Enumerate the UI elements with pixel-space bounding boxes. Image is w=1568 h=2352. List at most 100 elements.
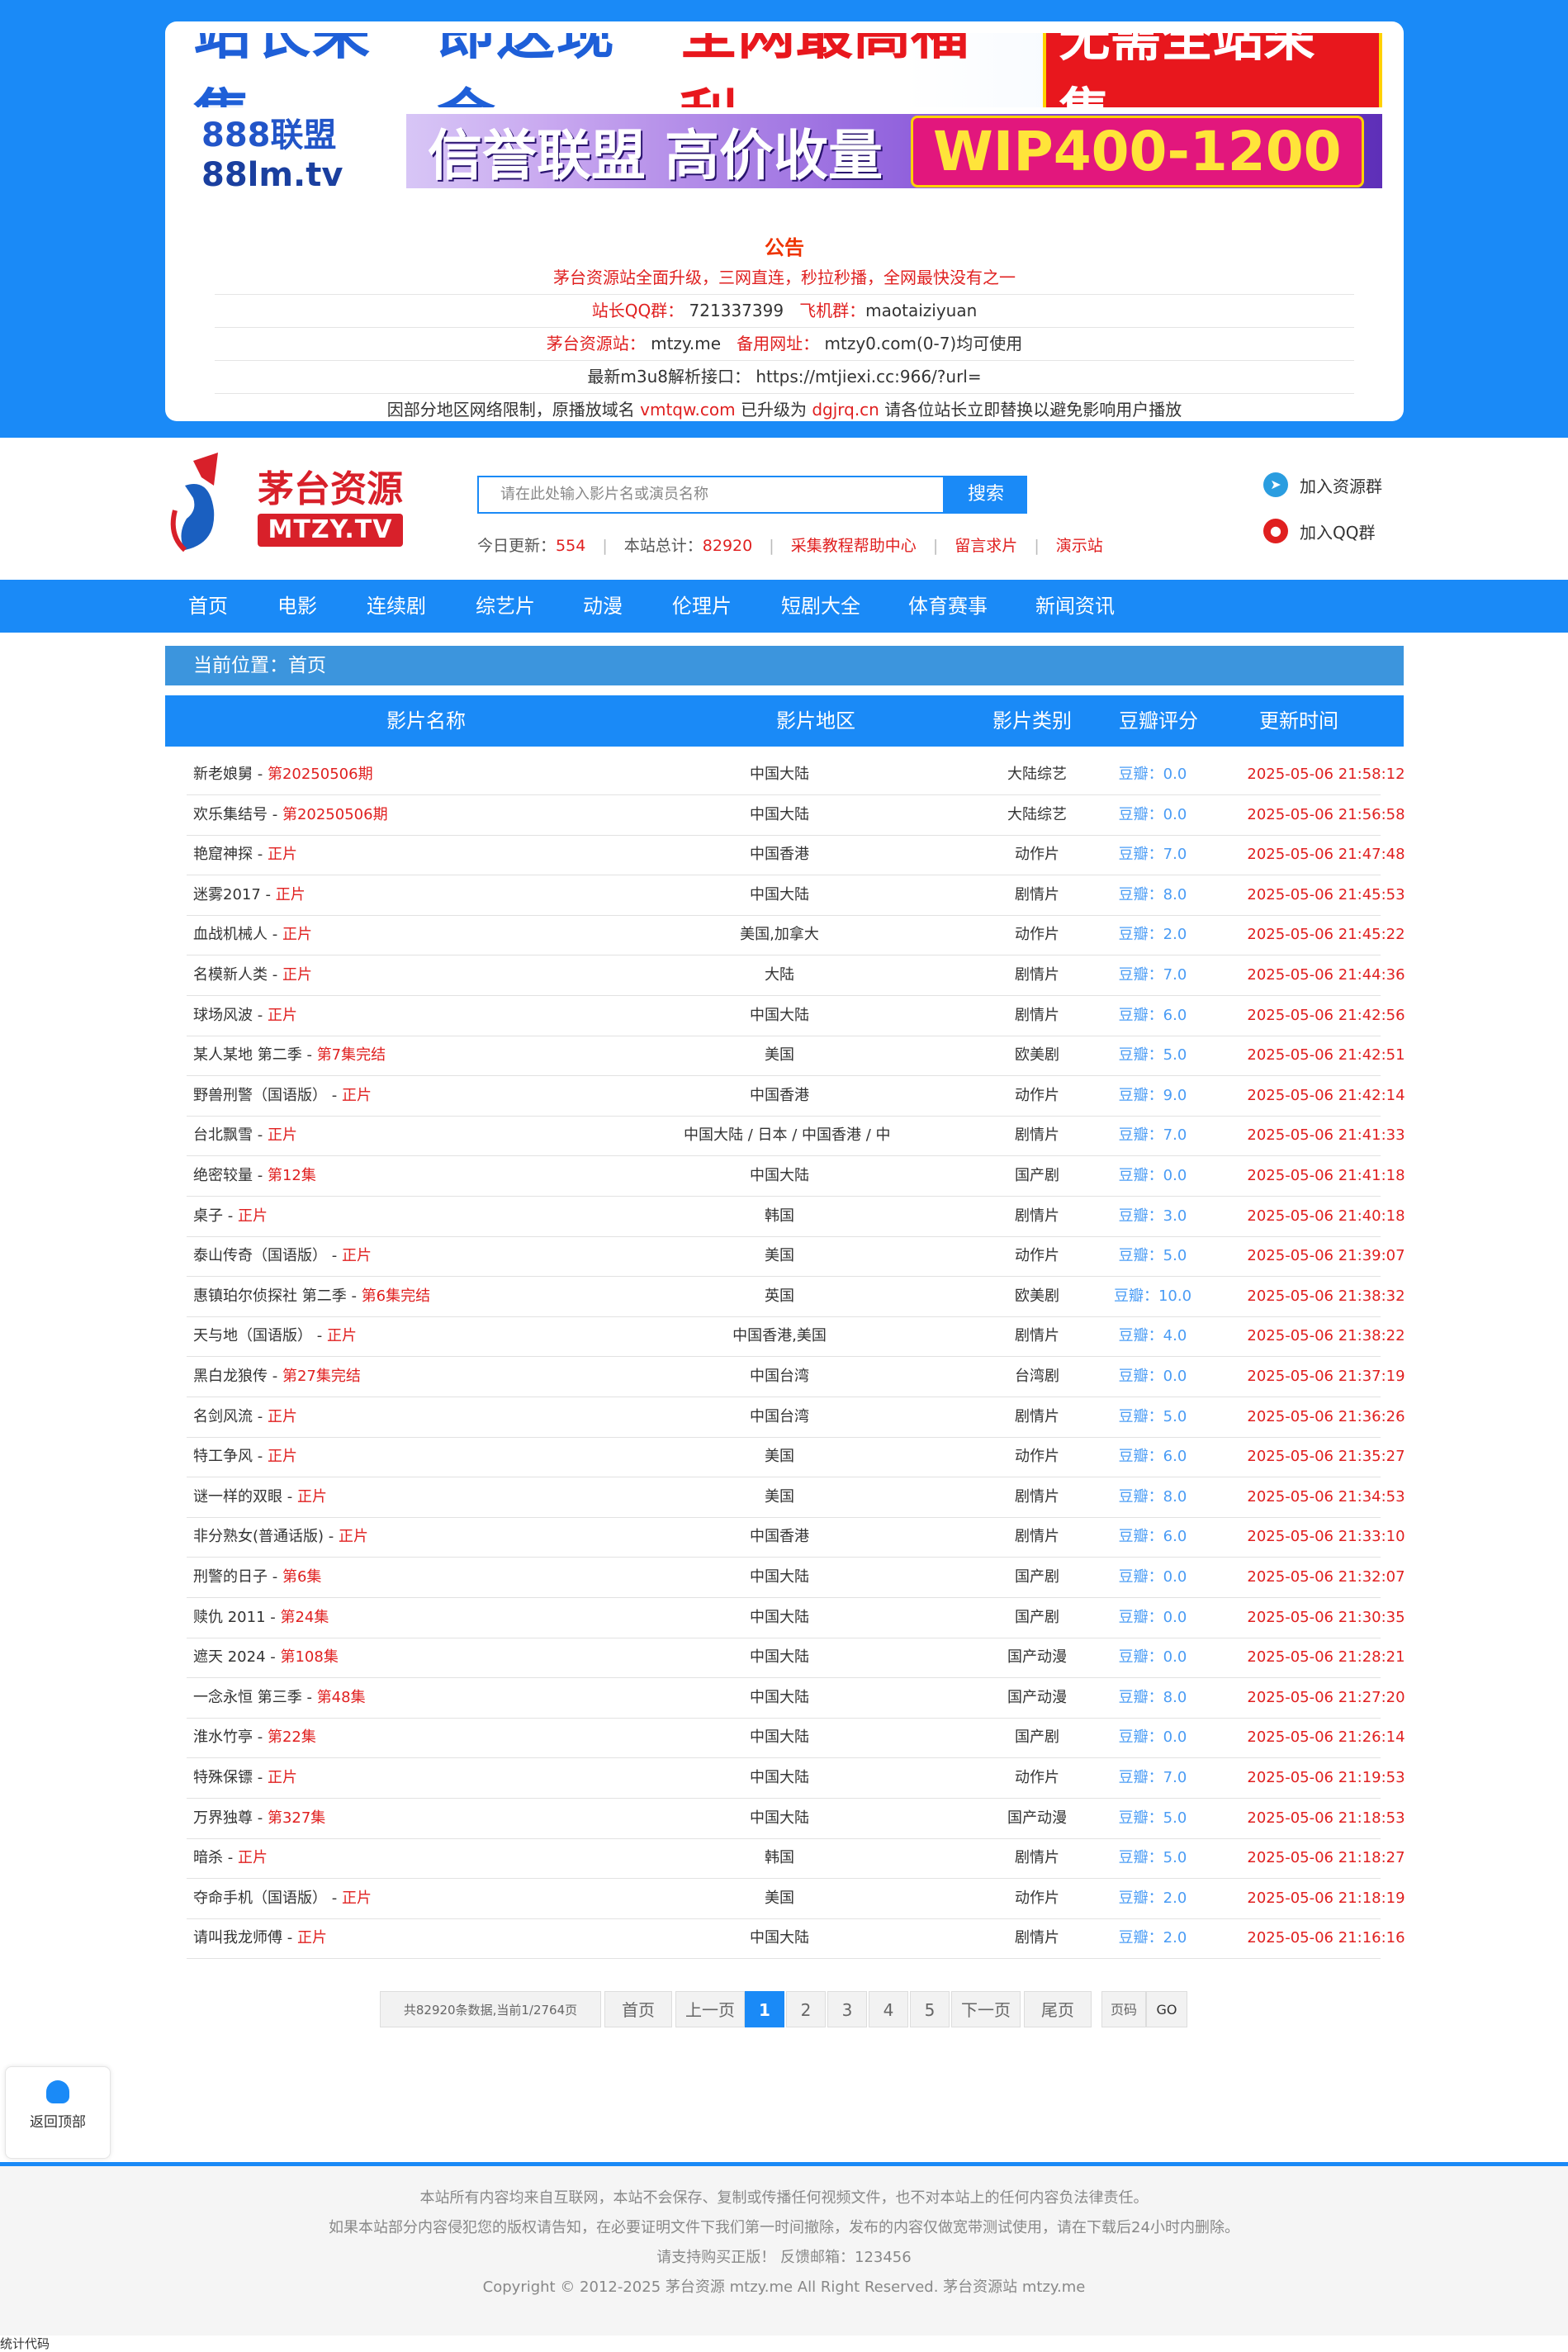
pager-page-2[interactable]: 2 bbox=[786, 1991, 826, 2027]
video-title-link[interactable]: 遮天 2024 - 第108集 bbox=[193, 1638, 339, 1677]
table-row[interactable]: 夺命手机（国语版） - 正片 美国 动作片 豆瓣：2.0 2025-05-06 21:1… bbox=[187, 1879, 1405, 1919]
video-title-link[interactable]: 黑白龙狼传 - 第27集完结 bbox=[193, 1357, 361, 1396]
video-title-link[interactable]: 特殊保镖 - 正片 bbox=[193, 1758, 297, 1798]
video-title-link[interactable]: 一念永恒 第三季 - 第48集 bbox=[193, 1678, 366, 1718]
logo-subtitle[interactable]: MTZY.TV bbox=[258, 514, 403, 547]
video-title-link[interactable]: 泰山传奇（国语版） - 正片 bbox=[193, 1236, 372, 1276]
search-input[interactable]: 请在此处输入影片名或演员名称 bbox=[477, 476, 945, 514]
video-title-link[interactable]: 请叫我龙师傅 - 正片 bbox=[193, 1918, 327, 1958]
video-title-link[interactable]: 名剑风流 - 正片 bbox=[193, 1397, 297, 1437]
table-row[interactable]: 赎仇 2011 - 第24集 中国大陆 国产剧 豆瓣：0.0 2025-05-06 21… bbox=[187, 1598, 1405, 1638]
pager-page-4[interactable]: 4 bbox=[869, 1991, 908, 2027]
video-title-link[interactable]: 非分熟女(普通话版) - 正片 bbox=[193, 1517, 368, 1557]
video-title-link[interactable]: 血战机械人 - 正片 bbox=[193, 915, 312, 955]
video-title-link[interactable]: 万界独尊 - 第327集 bbox=[193, 1799, 325, 1838]
table-row[interactable]: 新老娘舅 - 第20250506期 中国大陆 大陆综艺 豆瓣：0.0 2025-05-0… bbox=[187, 755, 1405, 795]
video-title-link[interactable]: 暗杀 - 正片 bbox=[193, 1838, 268, 1878]
table-row[interactable]: 天与地（国语版） - 正片 中国香港,美国 剧情片 豆瓣：4.0 2025-05-06 … bbox=[187, 1316, 1405, 1358]
table-row[interactable]: 名模新人类 - 正片 大陆 剧情片 豆瓣：7.0 2025-05-06 21:44:36 bbox=[187, 956, 1405, 996]
table-row[interactable]: 一念永恒 第三季 - 第48集 中国大陆 国产动漫 豆瓣：8.0 2025-05-06 … bbox=[187, 1678, 1405, 1719]
pager-next[interactable]: 下一页 bbox=[951, 1991, 1021, 2027]
table-row[interactable]: 请叫我龙师傅 - 正片 中国大陆 剧情片 豆瓣：2.0 2025-05-06 21:16… bbox=[187, 1918, 1405, 1960]
video-title-link[interactable]: 名模新人类 - 正片 bbox=[193, 956, 312, 995]
join-qq-link[interactable]: ● 加入QQ群 bbox=[1263, 519, 1375, 543]
nav-anime[interactable]: 动漫 bbox=[583, 580, 623, 633]
pager-prev[interactable]: 上一页 bbox=[675, 1991, 745, 2027]
table-row[interactable]: 桌子 - 正片 韩国 剧情片 豆瓣：3.0 2025-05-06 21:40:18 bbox=[187, 1197, 1405, 1237]
table-row[interactable]: 野兽刑警（国语版） - 正片 中国香港 动作片 豆瓣：9.0 2025-05-06 21… bbox=[187, 1076, 1405, 1117]
table-row[interactable]: 名剑风流 - 正片 中国台湾 剧情片 豆瓣：5.0 2025-05-06 21:36:2… bbox=[187, 1397, 1405, 1438]
help-center-link[interactable]: 采集教程帮助中心 bbox=[791, 537, 917, 555]
table-row[interactable]: 欢乐集结号 - 第20250506期 中国大陆 大陆综艺 豆瓣：0.0 2025-05-… bbox=[187, 795, 1405, 836]
nav-variety[interactable]: 综艺片 bbox=[476, 580, 535, 633]
table-row[interactable]: 淮水竹亭 - 第22集 中国大陆 国产剧 豆瓣：0.0 2025-05-06 21:26… bbox=[187, 1718, 1405, 1759]
pager-last[interactable]: 尾页 bbox=[1024, 1991, 1092, 2027]
breadcrumb-current[interactable]: 首页 bbox=[288, 655, 326, 676]
ad-banner-collect[interactable]: 站长采集 即送现金 全网最高福利 无需全站采集 bbox=[187, 33, 1382, 107]
request-link[interactable]: 留言求片 bbox=[955, 537, 1017, 555]
video-title-link[interactable]: 球场风波 - 正片 bbox=[193, 996, 297, 1036]
table-row[interactable]: 遮天 2024 - 第108集 中国大陆 国产动漫 豆瓣：0.0 2025-05-06 … bbox=[187, 1638, 1405, 1679]
table-row[interactable]: 某人某地 第二季 - 第7集完结 美国 欧美剧 豆瓣：5.0 2025-05-06 21… bbox=[187, 1036, 1405, 1077]
ad-banner-union[interactable]: 888联盟 88lm.tv 信誉联盟 高价收量 WIP400-1200 bbox=[187, 114, 1382, 188]
video-title-link[interactable]: 谜一样的双眼 - 正片 bbox=[193, 1477, 327, 1517]
table-row[interactable]: 刑警的日子 - 第6集 中国大陆 国产剧 豆瓣：0.0 2025-05-06 21:32… bbox=[187, 1558, 1405, 1598]
table-row[interactable]: 谜一样的双眼 - 正片 美国 剧情片 豆瓣：8.0 2025-05-06 21:34:5… bbox=[187, 1477, 1405, 1518]
table-row[interactable]: 特殊保镖 - 正片 中国大陆 动作片 豆瓣：7.0 2025-05-06 21:19:5… bbox=[187, 1758, 1405, 1799]
table-row[interactable]: 特工争风 - 正片 美国 动作片 豆瓣：6.0 2025-05-06 21:35:27 bbox=[187, 1437, 1405, 1478]
score-prefix: 豆瓣： bbox=[1113, 1287, 1158, 1305]
join-telegram-link[interactable]: ➤ 加入资源群 bbox=[1263, 472, 1382, 497]
table-row[interactable]: 非分熟女(普通话版) - 正片 中国香港 剧情片 豆瓣：6.0 2025-05-06 2… bbox=[187, 1517, 1405, 1558]
video-title-link[interactable]: 惠镇珀尔侦探社 第二季 - 第6集完结 bbox=[193, 1277, 430, 1316]
pager-go-button[interactable]: GO bbox=[1146, 1991, 1187, 2027]
table-row[interactable]: 台北飘雪 - 正片 中国大陆 / 日本 / 中国香港 / 中 剧情片 豆瓣：7.0 20… bbox=[187, 1116, 1405, 1157]
back-to-top-button[interactable]: 返回顶部 bbox=[5, 2066, 111, 2159]
table-row[interactable]: 艳窟神探 - 正片 中国香港 动作片 豆瓣：7.0 2025-05-06 21:47:4… bbox=[187, 835, 1405, 876]
video-title-link[interactable]: 迷雾2017 - 正片 bbox=[193, 875, 306, 915]
search-button[interactable]: 搜索 bbox=[945, 476, 1027, 514]
video-title-link[interactable]: 特工争风 - 正片 bbox=[193, 1437, 297, 1477]
video-time: 2025-05-06 21:39:07 bbox=[1247, 1247, 1405, 1265]
table-row[interactable]: 绝密较量 - 第12集 中国大陆 国产剧 豆瓣：0.0 2025-05-06 21:41… bbox=[187, 1156, 1405, 1197]
video-title-link[interactable]: 野兽刑警（国语版） - 正片 bbox=[193, 1076, 372, 1116]
video-title-link[interactable]: 绝密较量 - 第12集 bbox=[193, 1156, 316, 1196]
video-title-link[interactable]: 赎仇 2011 - 第24集 bbox=[193, 1598, 329, 1638]
video-title-link[interactable]: 天与地（国语版） - 正片 bbox=[193, 1316, 357, 1356]
video-title-link[interactable]: 某人某地 第二季 - 第7集完结 bbox=[193, 1036, 386, 1075]
nav-movie[interactable]: 电影 bbox=[277, 580, 317, 633]
table-row[interactable]: 暗杀 - 正片 韩国 剧情片 豆瓣：5.0 2025-05-06 21:18:27 bbox=[187, 1838, 1405, 1880]
nav-short-drama[interactable]: 短剧大全 bbox=[781, 580, 860, 633]
pager-page-5[interactable]: 5 bbox=[910, 1991, 950, 2027]
video-status: 正片 bbox=[267, 1407, 297, 1425]
table-row[interactable]: 球场风波 - 正片 中国大陆 剧情片 豆瓣：6.0 2025-05-06 21:42:5… bbox=[187, 996, 1405, 1036]
video-title-link[interactable]: 艳窟神探 - 正片 bbox=[193, 835, 297, 875]
site-domain[interactable]: mtzy.me bbox=[651, 334, 721, 353]
table-row[interactable]: 黑白龙狼传 - 第27集完结 中国台湾 台湾剧 豆瓣：0.0 2025-05-06 21… bbox=[187, 1357, 1405, 1397]
nav-ethics[interactable]: 伦理片 bbox=[672, 580, 732, 633]
backup-domain[interactable]: mtzy0.com(0-7)均可使用 bbox=[825, 334, 1023, 353]
logo-icon[interactable] bbox=[168, 453, 226, 560]
table-row[interactable]: 万界独尊 - 第327集 中国大陆 国产动漫 豆瓣：5.0 2025-05-06 21:… bbox=[187, 1799, 1405, 1839]
video-type: 国产动漫 bbox=[1007, 1688, 1067, 1706]
table-row[interactable]: 泰山传奇（国语版） - 正片 美国 动作片 豆瓣：5.0 2025-05-06 21:3… bbox=[187, 1236, 1405, 1278]
page-number-input[interactable]: 页码 bbox=[1101, 1991, 1146, 2027]
video-title-link[interactable]: 桌子 - 正片 bbox=[193, 1197, 268, 1236]
table-row[interactable]: 迷雾2017 - 正片 中国大陆 剧情片 豆瓣：8.0 2025-05-06 21:45… bbox=[187, 875, 1405, 916]
nav-series[interactable]: 连续剧 bbox=[367, 580, 426, 633]
nav-home[interactable]: 首页 bbox=[188, 580, 228, 633]
demo-site-link[interactable]: 演示站 bbox=[1056, 537, 1103, 555]
table-row[interactable]: 惠镇珀尔侦探社 第二季 - 第6集完结 英国 欧美剧 豆瓣：10.0 2025-05-0… bbox=[187, 1277, 1405, 1317]
nav-sports[interactable]: 体育赛事 bbox=[908, 580, 988, 633]
pager-page-3[interactable]: 3 bbox=[827, 1991, 867, 2027]
pager-first[interactable]: 首页 bbox=[604, 1991, 672, 2027]
pager-page-1[interactable]: 1 bbox=[745, 1991, 784, 2027]
video-title-link[interactable]: 夺命手机（国语版） - 正片 bbox=[193, 1879, 372, 1918]
video-title-link[interactable]: 欢乐集结号 - 第20250506期 bbox=[193, 795, 388, 835]
table-row[interactable]: 血战机械人 - 正片 美国,加拿大 动作片 豆瓣：2.0 2025-05-06 21:4… bbox=[187, 915, 1405, 956]
logo-title[interactable]: 茅台资源 bbox=[258, 459, 403, 512]
video-title-link[interactable]: 台北飘雪 - 正片 bbox=[193, 1116, 297, 1155]
nav-news[interactable]: 新闻资讯 bbox=[1035, 580, 1115, 633]
video-title-link[interactable]: 刑警的日子 - 第6集 bbox=[193, 1558, 321, 1597]
video-title-link[interactable]: 淮水竹亭 - 第22集 bbox=[193, 1718, 316, 1757]
video-title-link[interactable]: 新老娘舅 - 第20250506期 bbox=[193, 755, 373, 794]
